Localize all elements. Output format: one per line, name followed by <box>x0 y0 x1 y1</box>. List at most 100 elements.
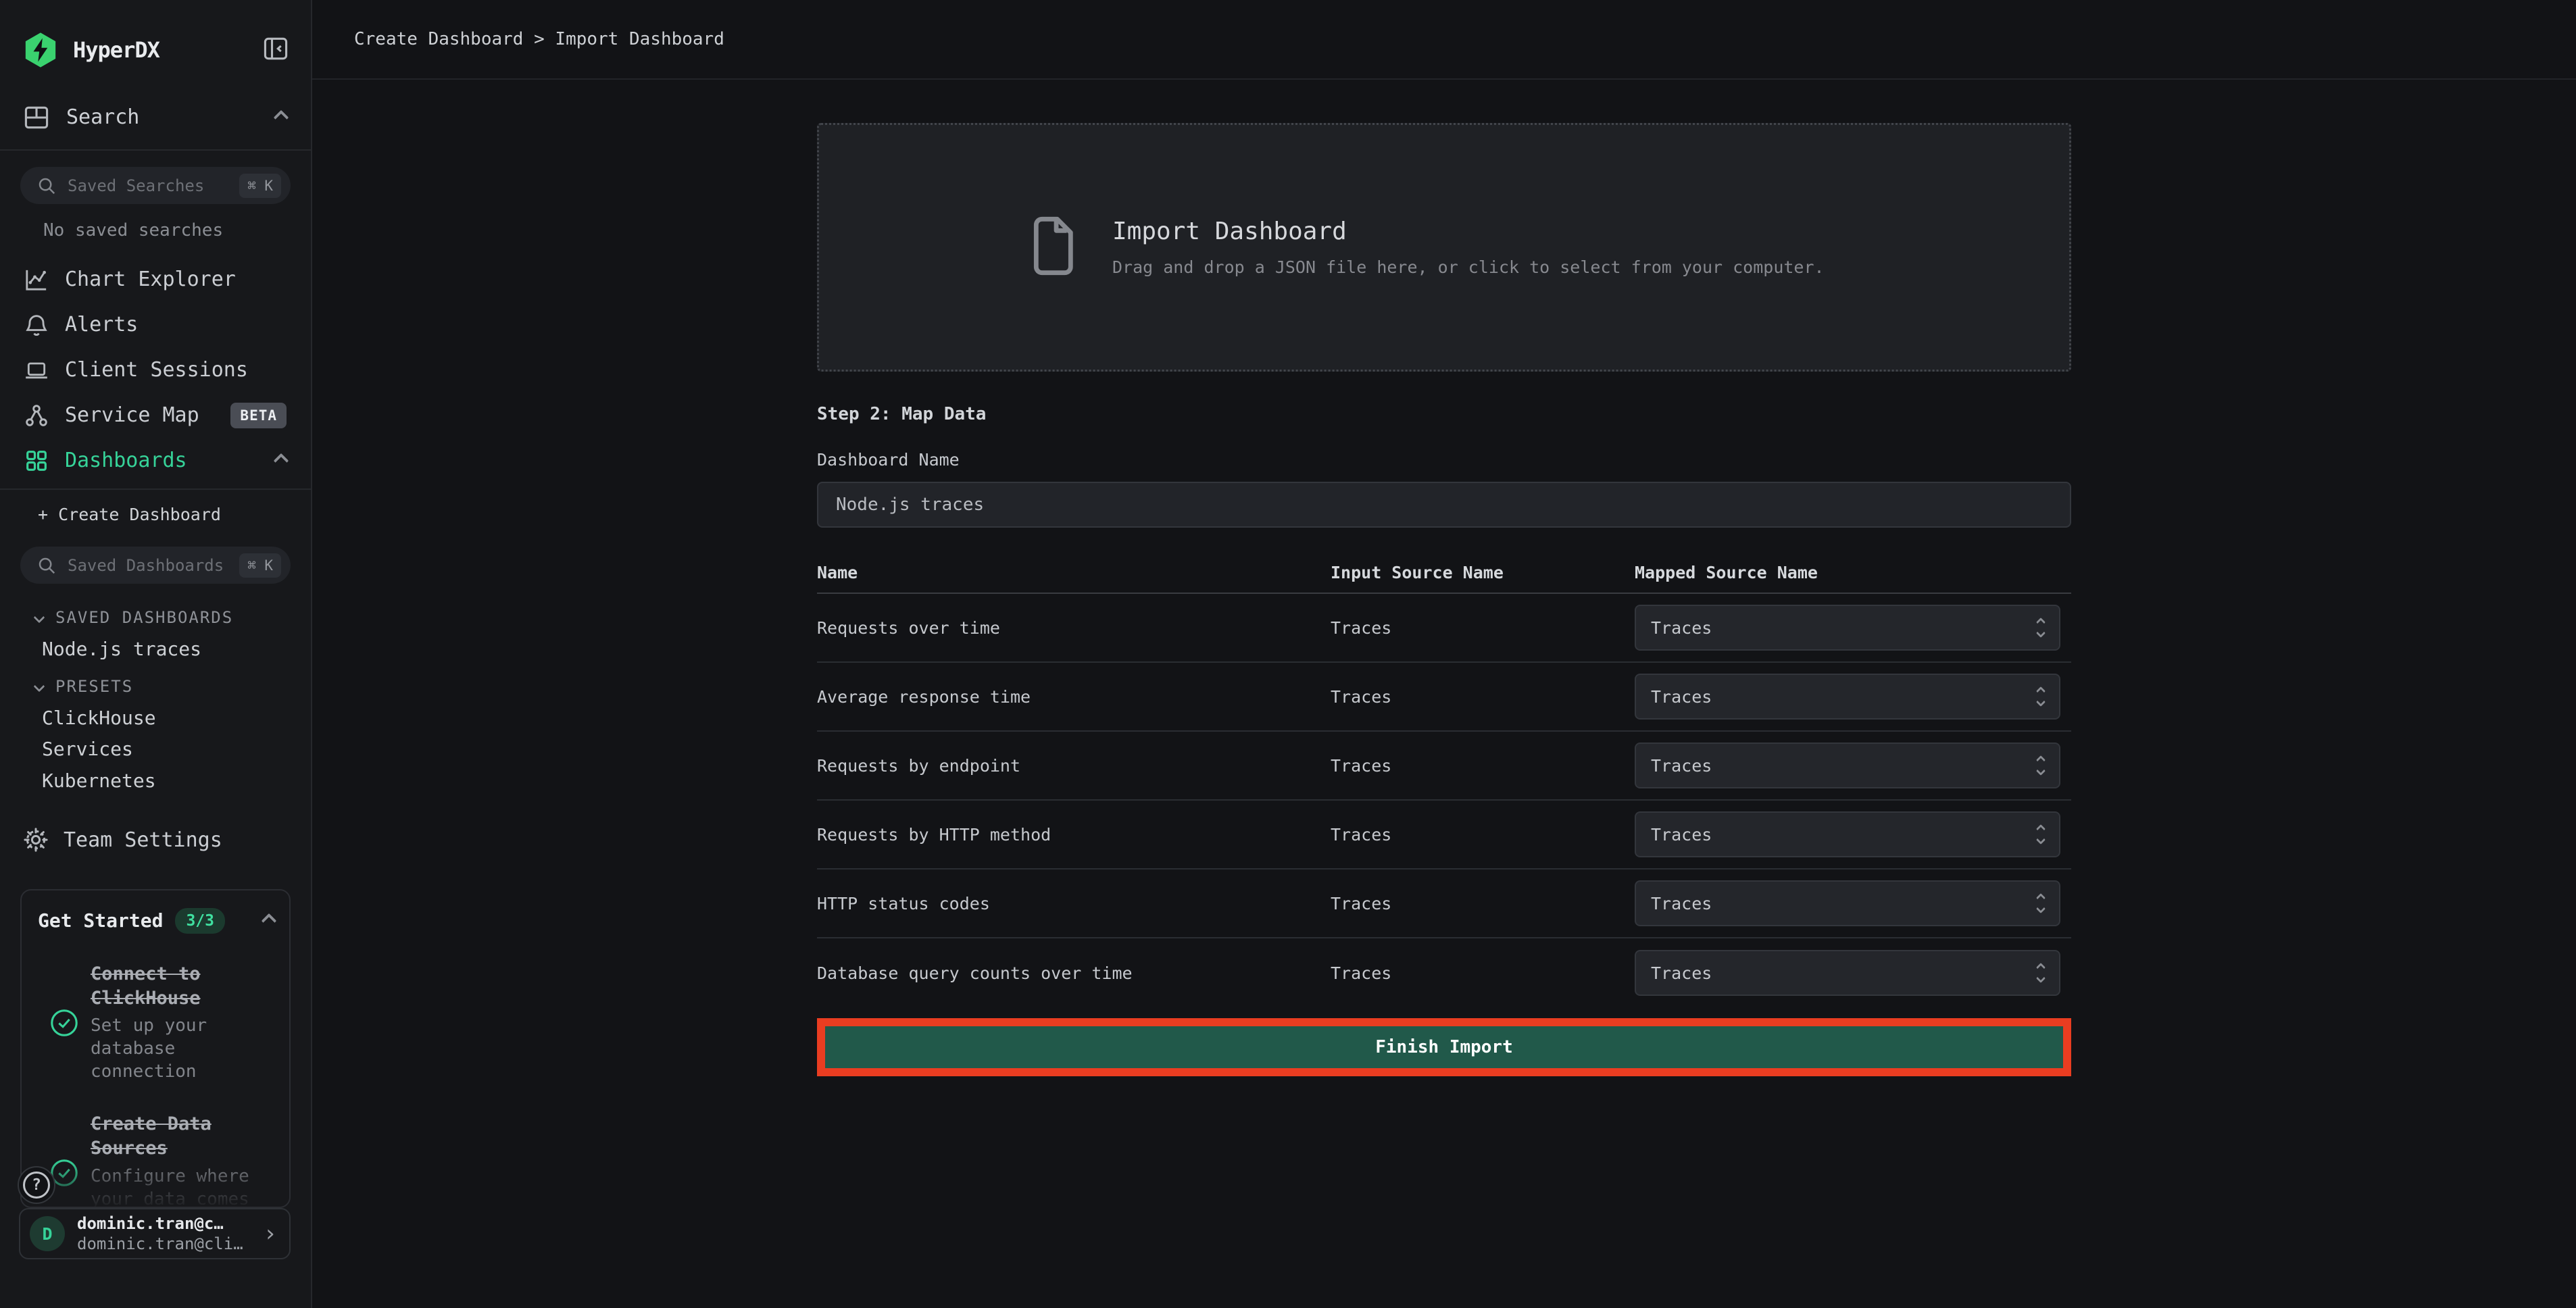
chart-name: Database query counts over time <box>817 963 1331 983</box>
task-description: Configure where your data comes from <box>91 1165 274 1208</box>
get-started-item-sources[interactable]: Create Data Sources Configure where your… <box>38 1112 274 1208</box>
get-started-panel: Get Started 3/3 Connect to ClickHouse Se… <box>20 889 291 1208</box>
dashboards-icon <box>22 447 51 474</box>
select-chevrons-icon <box>2037 688 2044 705</box>
input-source: Traces <box>1331 756 1635 776</box>
no-saved-searches-text: No saved searches <box>43 220 311 241</box>
get-started-progress-badge: 3/3 <box>175 908 225 934</box>
finish-import-button[interactable]: Finish Import <box>825 1026 2063 1068</box>
column-header: Name <box>817 563 1331 582</box>
dashboard-name-input[interactable] <box>817 482 2071 528</box>
divider <box>0 149 311 151</box>
mapped-source-select[interactable]: Traces <box>1635 950 2060 996</box>
sidebar-collapse-icon[interactable] <box>261 34 291 66</box>
sidebar-item-kubernetes[interactable]: Kubernetes <box>0 765 311 797</box>
table-row: Average response time Traces Traces <box>817 663 2071 732</box>
input-source: Traces <box>1331 687 1635 707</box>
nav-label: Service Map <box>65 403 199 427</box>
import-dropzone[interactable]: Import Dashboard Drag and drop a JSON fi… <box>817 123 2071 372</box>
mapped-source-select[interactable]: Traces <box>1635 880 2060 926</box>
nav-label: Alerts <box>65 313 138 336</box>
check-circle-icon <box>38 1007 91 1038</box>
select-chevrons-icon <box>2037 895 2044 912</box>
chart-name: Requests by HTTP method <box>817 825 1331 845</box>
dashboard-name-label: Dashboard Name <box>817 450 2071 470</box>
saved-dashboards-group[interactable]: SAVED DASHBOARDS <box>0 607 311 628</box>
sidebar: HyperDX Search <box>0 0 312 1308</box>
sidebar-item-search[interactable]: Search <box>22 98 287 138</box>
sidebar-item-nodejs-traces[interactable]: Node.js traces <box>0 634 311 664</box>
sidebar-item-team-settings[interactable]: Team Settings <box>0 820 311 861</box>
search-icon <box>36 176 57 196</box>
import-content: Import Dashboard Drag and drop a JSON fi… <box>817 80 2071 1076</box>
table-row: Database query counts over time Traces T… <box>817 938 2071 1007</box>
annotation-highlight-box: Finish Import <box>817 1018 2071 1076</box>
nav-label: Client Sessions <box>65 358 248 382</box>
table-row: HTTP status codes Traces Traces <box>817 870 2071 938</box>
sidebar-item-clickhouse[interactable]: ClickHouse <box>0 703 311 733</box>
get-started-item-connect[interactable]: Connect to ClickHouse Set up your databa… <box>38 962 274 1084</box>
search-icon <box>36 555 57 576</box>
get-started-title: Get Started <box>38 909 163 932</box>
step-title: Step 2: Map Data <box>817 404 2071 424</box>
service-map-icon <box>22 402 51 429</box>
shortcut-badge: ⌘ K <box>239 174 281 198</box>
saved-dashboards-search[interactable]: ⌘ K <box>20 547 291 584</box>
chevron-up-icon[interactable] <box>274 110 289 126</box>
beta-badge: BETA <box>230 403 287 428</box>
presets-group[interactable]: PRESETS <box>0 676 311 697</box>
user-email: dominic.tran@cli… <box>77 1234 258 1253</box>
dropzone-title: Import Dashboard <box>1112 218 1825 245</box>
chevron-down-icon <box>34 681 45 693</box>
gear-icon <box>22 826 50 854</box>
get-started-header[interactable]: Get Started 3/3 <box>38 908 274 934</box>
search-section-icon <box>22 103 51 132</box>
bell-icon <box>22 311 51 338</box>
sidebar-item-service-map[interactable]: Service Map BETA <box>0 393 311 438</box>
mapped-source-select[interactable]: Traces <box>1635 743 2060 788</box>
help-button[interactable]: ? <box>18 1166 55 1204</box>
create-dashboard-button[interactable]: + Create Dashboard <box>0 490 311 538</box>
sidebar-nav: Chart Explorer Alerts Cl <box>0 257 311 483</box>
chevron-up-icon[interactable] <box>274 453 289 468</box>
sidebar-item-alerts[interactable]: Alerts <box>0 302 311 347</box>
chart-explorer-icon <box>22 266 51 293</box>
saved-dashboards-input[interactable] <box>68 556 239 575</box>
dropzone-hint: Drag and drop a JSON file here, or click… <box>1112 257 1825 277</box>
task-title: Connect to ClickHouse <box>91 962 274 1011</box>
laptop-icon <box>22 357 51 384</box>
task-description: Set up your database connection <box>91 1015 274 1083</box>
table-header: Name Input Source Name Mapped Source Nam… <box>817 552 2071 594</box>
breadcrumb: Create Dashboard > Import Dashboard <box>354 29 724 49</box>
topbar: Create Dashboard > Import Dashboard <box>312 0 2576 80</box>
select-chevrons-icon <box>2037 757 2044 774</box>
mapping-table: Name Input Source Name Mapped Source Nam… <box>817 552 2071 1007</box>
team-settings-label: Team Settings <box>64 828 222 852</box>
mapped-source-select[interactable]: Traces <box>1635 605 2060 651</box>
search-section-label: Search <box>66 105 139 129</box>
table-row: Requests over time Traces Traces <box>817 594 2071 663</box>
column-header: Mapped Source Name <box>1635 563 2071 582</box>
user-menu[interactable]: D dominic.tran@c… dominic.tran@cli… › <box>19 1208 291 1259</box>
mapped-source-select[interactable]: Traces <box>1635 811 2060 857</box>
chevron-up-icon[interactable] <box>262 913 277 928</box>
saved-searches-search[interactable]: ⌘ K <box>20 167 291 204</box>
sidebar-bottom: ? D dominic.tran@c… dominic.tran@cli… › <box>0 1208 311 1308</box>
column-header: Input Source Name <box>1331 563 1635 582</box>
chevron-right-icon: › <box>264 1220 277 1247</box>
select-chevrons-icon <box>2037 826 2044 843</box>
file-icon <box>1029 215 1074 280</box>
sidebar-item-services[interactable]: Services <box>0 733 311 765</box>
app-root: HyperDX Search <box>0 0 2576 1308</box>
mapped-source-select[interactable]: Traces <box>1635 674 2060 720</box>
sidebar-item-dashboards[interactable]: Dashboards <box>0 438 311 483</box>
table-row: Requests by endpoint Traces Traces <box>817 732 2071 801</box>
shortcut-badge: ⌘ K <box>239 553 281 578</box>
sidebar-item-client-sessions[interactable]: Client Sessions <box>0 347 311 393</box>
input-source: Traces <box>1331 894 1635 913</box>
saved-searches-input[interactable] <box>68 176 239 195</box>
user-name: dominic.tran@c… <box>77 1214 258 1233</box>
question-mark-icon: ? <box>23 1172 50 1199</box>
nav-label: Chart Explorer <box>65 268 236 291</box>
sidebar-item-chart-explorer[interactable]: Chart Explorer <box>0 257 311 302</box>
